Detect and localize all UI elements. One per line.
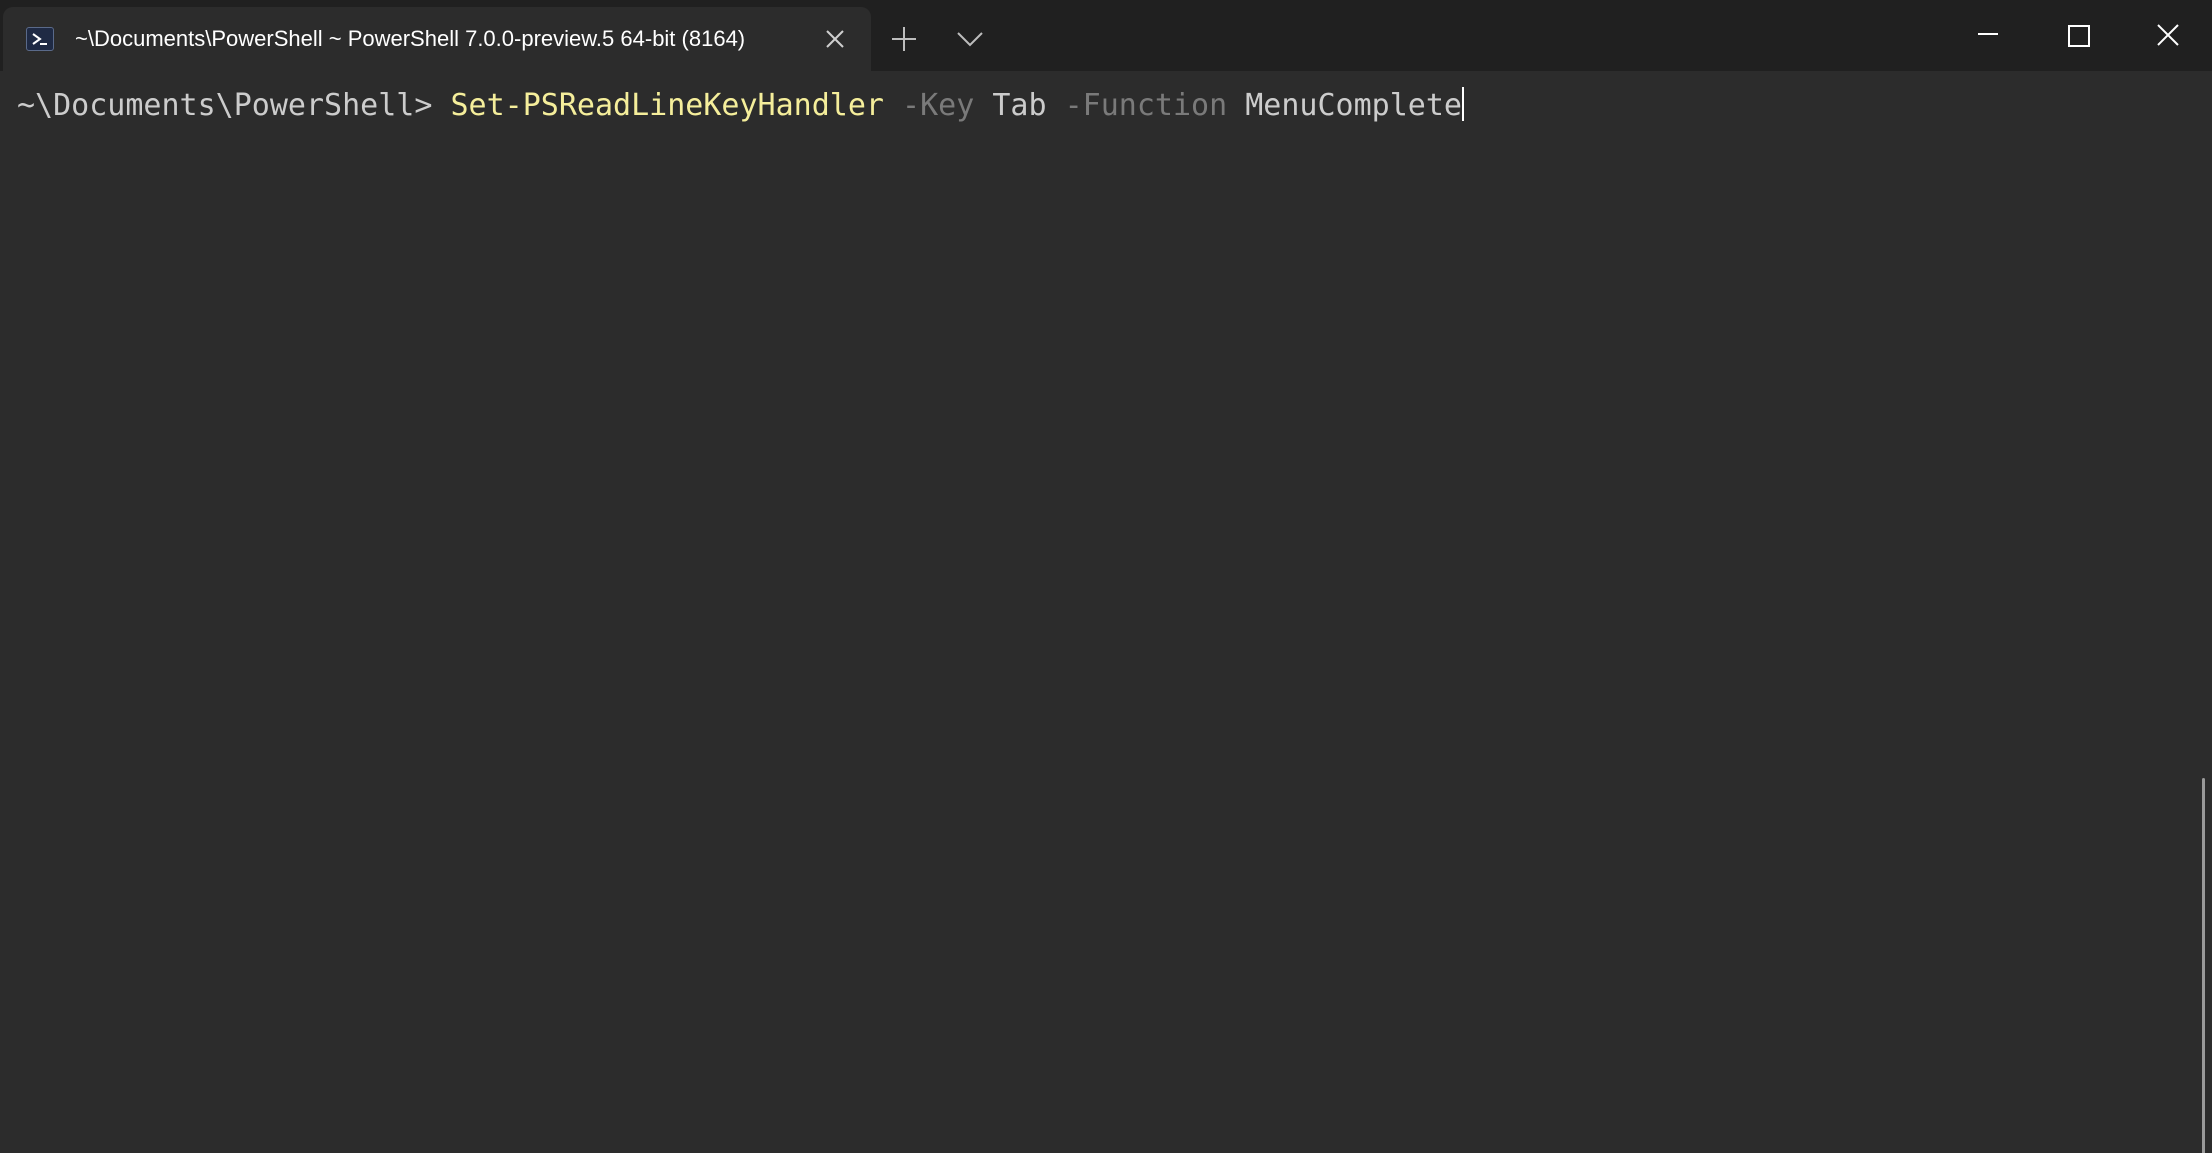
- window-close-button[interactable]: [2144, 16, 2192, 56]
- close-icon: [2157, 24, 2179, 46]
- minimize-icon: [1978, 33, 1998, 35]
- maximize-button[interactable]: [2054, 16, 2102, 56]
- minimize-button[interactable]: [1964, 16, 2012, 56]
- parameter-function: -Function: [1064, 88, 1228, 123]
- new-tab-button[interactable]: [884, 22, 924, 56]
- plus-icon: [892, 27, 916, 51]
- tab-close-icon[interactable]: [823, 27, 847, 51]
- chevron-down-icon: [957, 32, 983, 47]
- terminal-pane[interactable]: ~\Documents\PowerShell> Set-PSReadLineKe…: [0, 71, 2212, 1153]
- scrollbar[interactable]: [2202, 778, 2205, 1153]
- parameter-key: -Key: [902, 88, 975, 123]
- maximize-icon: [2068, 25, 2090, 47]
- argument-menucomplete: MenuComplete: [1245, 88, 1462, 123]
- prompt: ~\Documents\PowerShell>: [17, 88, 451, 123]
- powershell-icon: [26, 27, 54, 51]
- tab-dropdown-button[interactable]: [950, 22, 990, 56]
- argument-tab: Tab: [992, 88, 1047, 123]
- title-bar[interactable]: ~\Documents\PowerShell ~ PowerShell 7.0.…: [0, 0, 2212, 71]
- tab-title: ~\Documents\PowerShell ~ PowerShell 7.0.…: [75, 26, 746, 51]
- terminal-window: ~\Documents\PowerShell ~ PowerShell 7.0.…: [0, 0, 2212, 1153]
- tab-powershell[interactable]: ~\Documents\PowerShell ~ PowerShell 7.0.…: [3, 7, 871, 71]
- command-line[interactable]: ~\Documents\PowerShell> Set-PSReadLineKe…: [17, 86, 1464, 126]
- cmdlet-token: Set-PSReadLineKeyHandler: [450, 88, 884, 123]
- text-cursor: [1461, 87, 1464, 121]
